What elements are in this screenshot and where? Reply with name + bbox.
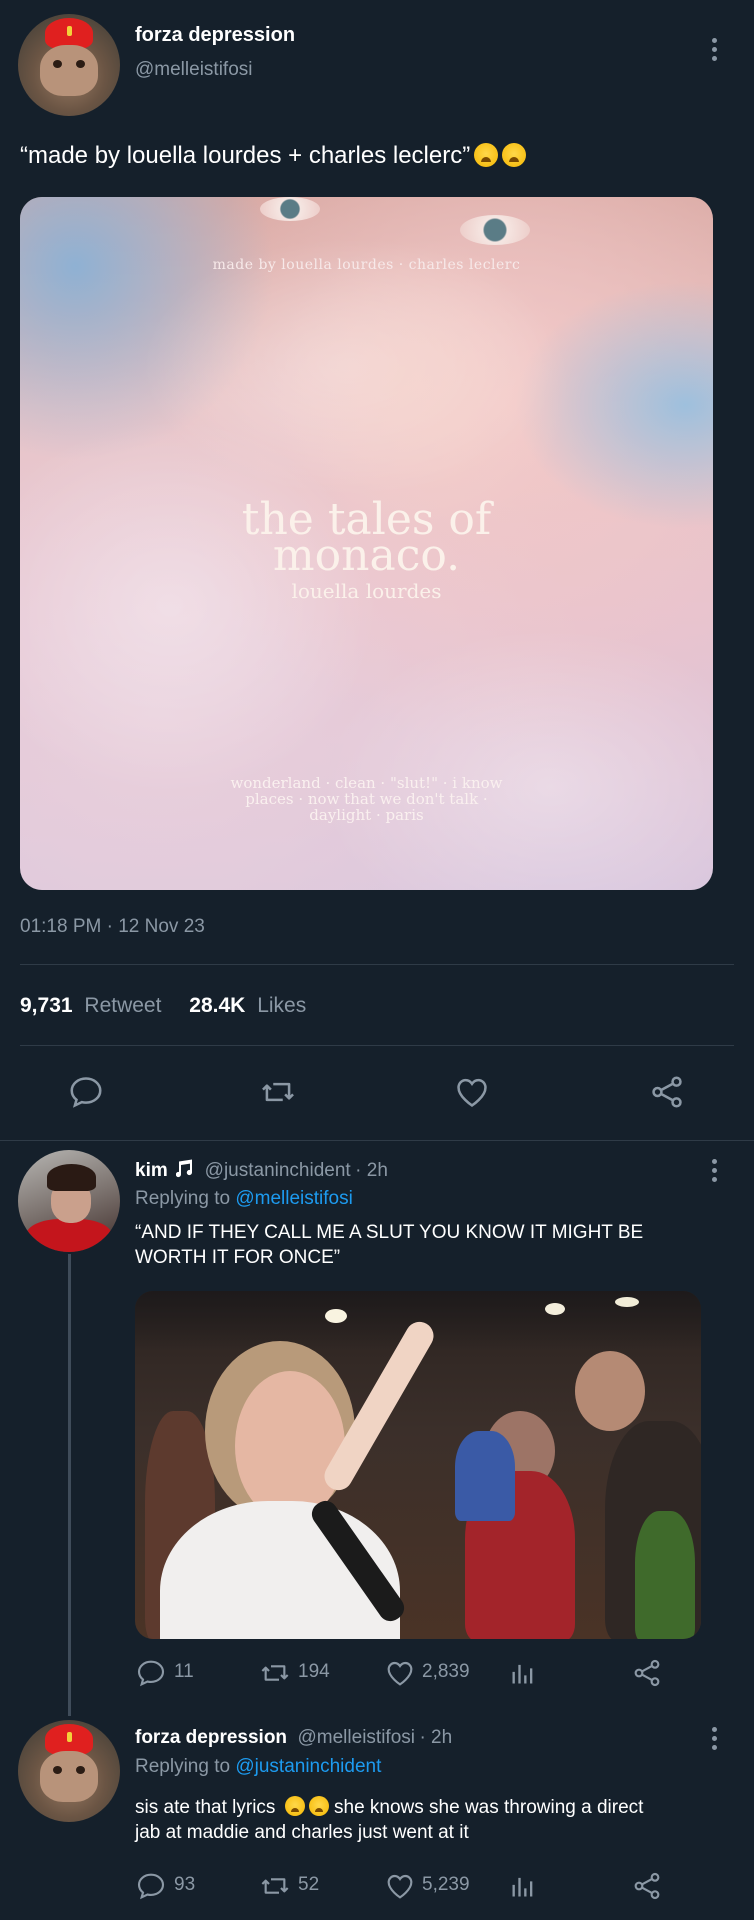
share-icon[interactable] [647, 1073, 687, 1111]
reply-count: 93 [174, 1874, 196, 1895]
album-tracklist-line1: wonderland · clean · "slut!" · i know [230, 774, 503, 792]
likes-count[interactable]: 28.4K [189, 994, 245, 1017]
reply-gif-image[interactable] [135, 1291, 701, 1639]
crowd-person [455, 1431, 515, 1521]
reply-text: “AND IF THEY CALL ME A SLUT YOU KNOW IT … [135, 1222, 644, 1268]
album-tracklist-line2: places · now that we don't talk · [245, 790, 488, 808]
more-options-icon[interactable] [710, 1159, 718, 1182]
reply-count: 11 [174, 1661, 194, 1682]
cat-face [40, 44, 98, 96]
more-options-icon[interactable] [710, 1727, 718, 1750]
reply-icon[interactable] [135, 1657, 167, 1689]
light [545, 1303, 565, 1315]
author-avatar[interactable] [18, 14, 120, 116]
reply-author-name[interactable]: forza depression [135, 1727, 287, 1748]
retweet-icon[interactable] [257, 1870, 293, 1902]
author-handle[interactable]: @melleistifosi [135, 59, 252, 81]
music-note-icon [176, 1159, 194, 1184]
crowd-person [635, 1511, 695, 1639]
like-icon[interactable] [384, 1870, 416, 1902]
reply-icon[interactable] [135, 1870, 167, 1902]
reply-time[interactable]: · 2h [419, 1727, 452, 1748]
album-credit-text: made by louella lourdes · charles lecler… [212, 257, 521, 273]
reply-header: forza depression @melleistifosi · 2h [135, 1727, 452, 1749]
album-artist: louella lourdes [291, 579, 442, 603]
girl-face [235, 1371, 345, 1521]
reply-author-handle[interactable]: @justaninchident [205, 1160, 351, 1181]
divider [20, 964, 734, 965]
album-title-line2: monaco. [272, 530, 461, 581]
reply-text-part2: she knows she was throwing a direct [334, 1797, 644, 1818]
face-shape [270, 237, 570, 537]
analytics-icon[interactable] [509, 1870, 537, 1902]
tweet-stats: 9,731 Retweet 28.4K Likes [20, 994, 306, 1018]
retweet-icon[interactable] [258, 1073, 298, 1111]
divider [20, 1045, 734, 1046]
loudly-crying-face-emoji-icon [284, 1796, 305, 1816]
album-tracklist-line3: daylight · paris [309, 806, 424, 824]
like-count: 5,239 [422, 1874, 470, 1895]
reply-avatar[interactable] [18, 1150, 120, 1252]
like-icon[interactable] [453, 1073, 491, 1111]
left-eye [260, 197, 320, 221]
share-icon[interactable] [631, 1870, 663, 1902]
like-icon[interactable] [384, 1657, 416, 1689]
replying-to-prefix: Replying to [135, 1188, 231, 1209]
reply-avatar[interactable] [18, 1720, 120, 1822]
replying-to-handle[interactable]: @justaninchident [235, 1756, 381, 1777]
reply-text-line2: jab at maddie and charles just went at i… [135, 1822, 469, 1843]
tweet-image-album-cover[interactable]: made by louella lourdes · charles lecler… [20, 197, 713, 890]
weary-face-emoji-icon [474, 143, 499, 167]
reply-author-handle[interactable]: @melleistifosi [298, 1727, 415, 1748]
share-icon[interactable] [631, 1657, 663, 1689]
avatar-hair [46, 1164, 96, 1191]
author-name[interactable]: forza depression [135, 24, 295, 47]
tweet-text-content: “made by louella lourdes + charles lecle… [20, 142, 471, 169]
reply-text: sis ate that lyrics she knows she was th… [135, 1795, 725, 1845]
light [615, 1297, 639, 1307]
replying-to-prefix: Replying to [135, 1756, 231, 1777]
replying-to-handle[interactable]: @melleistifosi [235, 1188, 352, 1209]
cat-face [40, 1750, 98, 1802]
reply-time[interactable]: · 2h [355, 1160, 388, 1181]
replying-to: Replying to @melleistifosi [135, 1188, 353, 1210]
like-count: 2,839 [422, 1661, 470, 1682]
weary-face-emoji-icon [502, 143, 527, 167]
more-options-icon[interactable] [710, 38, 718, 61]
avatar-shirt [26, 1219, 112, 1252]
retweet-count[interactable]: 9,731 [20, 994, 73, 1017]
reply-header: kim @justaninchident · 2h [135, 1159, 388, 1184]
tweet-timestamp[interactable]: 01:18 PM · 12 Nov 23 [20, 916, 205, 938]
right-eye [460, 215, 530, 245]
loudly-crying-face-emoji-icon [308, 1796, 329, 1816]
reply-text-part1: sis ate that lyrics [135, 1797, 276, 1818]
light [325, 1309, 347, 1323]
reply-author-name[interactable]: kim [135, 1160, 168, 1181]
retweet-label[interactable]: Retweet [84, 994, 161, 1017]
analytics-icon[interactable] [509, 1657, 537, 1689]
retweet-count: 194 [298, 1661, 330, 1682]
reply-icon[interactable] [67, 1073, 105, 1111]
likes-label[interactable]: Likes [257, 994, 306, 1017]
replying-to: Replying to @justaninchident [135, 1756, 381, 1778]
retweet-count: 52 [298, 1874, 320, 1895]
thread-line [68, 1254, 71, 1716]
crowd-person [575, 1351, 645, 1431]
retweet-icon[interactable] [257, 1657, 293, 1689]
divider [0, 1140, 754, 1141]
tweet-text: “made by louella lourdes + charles lecle… [20, 140, 527, 172]
